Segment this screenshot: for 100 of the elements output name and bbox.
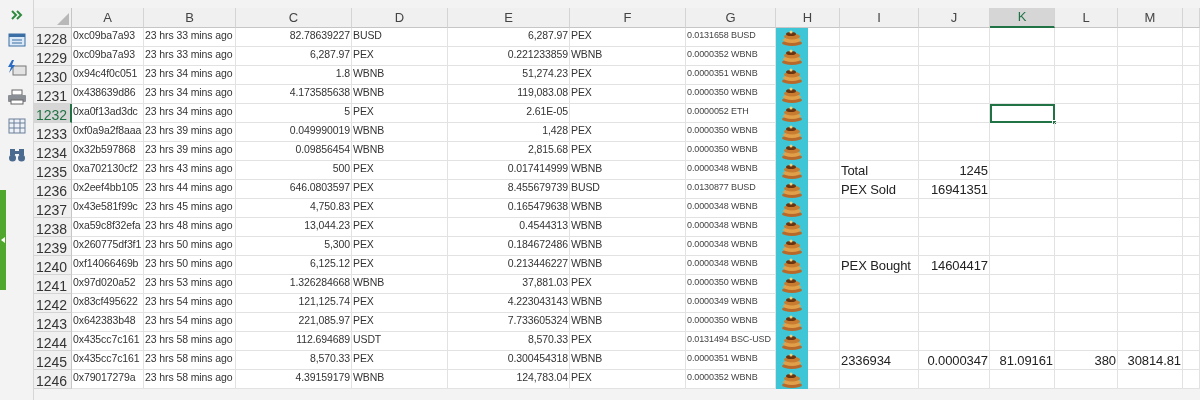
- column-header[interactable]: D: [352, 8, 448, 28]
- empty-cell[interactable]: [990, 28, 1055, 47]
- empty-cell[interactable]: [840, 294, 919, 313]
- active-cell[interactable]: [990, 104, 1055, 123]
- empty-cell[interactable]: [840, 28, 919, 47]
- empty-cell[interactable]: [919, 237, 990, 256]
- column-header[interactable]: C: [236, 8, 352, 28]
- empty-cell[interactable]: [919, 104, 990, 123]
- row-header[interactable]: 1238: [34, 218, 72, 237]
- empty-cell[interactable]: [1055, 47, 1118, 66]
- row-header[interactable]: 1241: [34, 275, 72, 294]
- row-header[interactable]: 1229: [34, 47, 72, 66]
- empty-cell[interactable]: [1055, 85, 1118, 104]
- empty-cell[interactable]: [919, 66, 990, 85]
- column-header[interactable]: B: [144, 8, 236, 28]
- empty-cell[interactable]: [990, 66, 1055, 85]
- empty-cell[interactable]: [990, 294, 1055, 313]
- empty-cell[interactable]: [919, 313, 990, 332]
- empty-cell[interactable]: [1118, 28, 1183, 47]
- empty-cell[interactable]: [840, 85, 919, 104]
- empty-cell[interactable]: [1183, 332, 1200, 351]
- empty-cell[interactable]: [919, 123, 990, 142]
- empty-cell[interactable]: [1055, 66, 1118, 85]
- row-header[interactable]: 1240: [34, 256, 72, 275]
- row-header[interactable]: 1245: [34, 351, 72, 370]
- flash-icon[interactable]: [6, 60, 27, 76]
- empty-cell[interactable]: [1183, 313, 1200, 332]
- empty-cell[interactable]: [1183, 294, 1200, 313]
- empty-cell[interactable]: [1118, 199, 1183, 218]
- empty-cell[interactable]: [1118, 313, 1183, 332]
- empty-cell[interactable]: [1183, 123, 1200, 142]
- empty-cell[interactable]: [1118, 161, 1183, 180]
- empty-cell[interactable]: [919, 275, 990, 294]
- empty-cell[interactable]: [840, 313, 919, 332]
- empty-cell[interactable]: [990, 142, 1055, 161]
- empty-cell[interactable]: [840, 218, 919, 237]
- row-header[interactable]: 1242: [34, 294, 72, 313]
- empty-cell[interactable]: [1183, 256, 1200, 275]
- empty-cell[interactable]: [1118, 237, 1183, 256]
- select-all-icon[interactable]: [57, 13, 69, 25]
- column-header[interactable]: J: [919, 8, 990, 28]
- empty-cell[interactable]: [990, 275, 1055, 294]
- empty-cell[interactable]: [1183, 142, 1200, 161]
- empty-cell[interactable]: [1183, 180, 1200, 199]
- row-header[interactable]: 1237: [34, 199, 72, 218]
- empty-cell[interactable]: [1055, 256, 1118, 275]
- column-header[interactable]: K: [990, 8, 1055, 28]
- empty-cell[interactable]: [840, 237, 919, 256]
- binoculars-icon[interactable]: [7, 147, 26, 163]
- empty-cell[interactable]: [840, 142, 919, 161]
- row-header[interactable]: 1228: [34, 28, 72, 47]
- empty-cell[interactable]: [1055, 313, 1118, 332]
- empty-cell[interactable]: [990, 161, 1055, 180]
- empty-cell[interactable]: [1118, 218, 1183, 237]
- empty-cell[interactable]: [1183, 85, 1200, 104]
- row-header[interactable]: 1232: [34, 104, 72, 123]
- empty-cell[interactable]: [1055, 370, 1118, 389]
- empty-cell[interactable]: [1055, 28, 1118, 47]
- empty-cell[interactable]: [1055, 180, 1118, 199]
- row-header[interactable]: 1236: [34, 180, 72, 199]
- empty-cell[interactable]: [840, 275, 919, 294]
- empty-cell[interactable]: [990, 85, 1055, 104]
- empty-cell[interactable]: [1118, 294, 1183, 313]
- empty-cell[interactable]: [840, 370, 919, 389]
- empty-cell[interactable]: [990, 47, 1055, 66]
- column-header[interactable]: I: [840, 8, 919, 28]
- empty-cell[interactable]: [1183, 370, 1200, 389]
- row-header[interactable]: 1243: [34, 313, 72, 332]
- row-header[interactable]: 1230: [34, 66, 72, 85]
- empty-cell[interactable]: [990, 123, 1055, 142]
- row-header[interactable]: 1235: [34, 161, 72, 180]
- empty-cell[interactable]: [570, 104, 686, 123]
- empty-cell[interactable]: [1118, 370, 1183, 389]
- empty-cell[interactable]: [1055, 199, 1118, 218]
- empty-cell[interactable]: [1118, 142, 1183, 161]
- column-header[interactable]: F: [570, 8, 686, 28]
- column-header[interactable]: H: [776, 8, 840, 28]
- row-header[interactable]: 1244: [34, 332, 72, 351]
- empty-cell[interactable]: [919, 332, 990, 351]
- row-header[interactable]: 1231: [34, 85, 72, 104]
- empty-cell[interactable]: [1055, 123, 1118, 142]
- empty-cell[interactable]: [1183, 47, 1200, 66]
- empty-cell[interactable]: [919, 199, 990, 218]
- empty-cell[interactable]: [1118, 275, 1183, 294]
- printer-icon[interactable]: [6, 89, 27, 105]
- panel-toggle[interactable]: [0, 190, 6, 290]
- row-header[interactable]: 1246: [34, 370, 72, 389]
- empty-cell[interactable]: [1055, 104, 1118, 123]
- empty-cell[interactable]: [1183, 104, 1200, 123]
- empty-cell[interactable]: [1055, 237, 1118, 256]
- empty-cell[interactable]: [1118, 256, 1183, 275]
- column-header[interactable]: A: [72, 8, 144, 28]
- row-header[interactable]: 1233: [34, 123, 72, 142]
- empty-cell[interactable]: [990, 180, 1055, 199]
- empty-cell[interactable]: [919, 28, 990, 47]
- empty-cell[interactable]: [1183, 66, 1200, 85]
- empty-cell[interactable]: [1055, 142, 1118, 161]
- empty-cell[interactable]: [990, 218, 1055, 237]
- expand-icon[interactable]: [10, 10, 23, 20]
- empty-cell[interactable]: [840, 66, 919, 85]
